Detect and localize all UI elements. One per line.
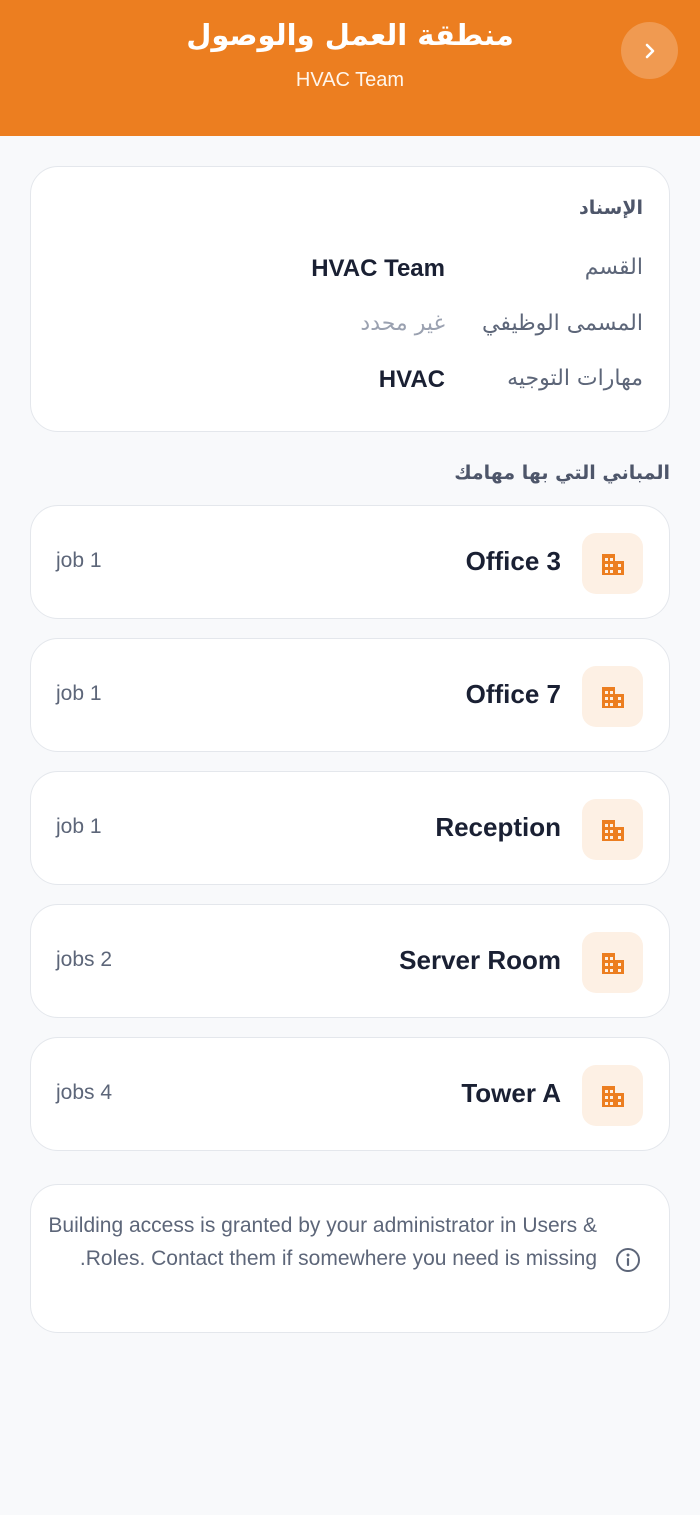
- buildings-heading: المباني التي بها مهامك: [454, 462, 670, 484]
- building-job-count: 1 job: [56, 682, 102, 705]
- job-title-value: غير محدد: [360, 311, 445, 336]
- building-icon: [582, 1065, 643, 1126]
- building-item-office-7[interactable]: Office 7 1 job: [30, 638, 670, 752]
- job-title-label: المسمى الوظيفي: [481, 311, 643, 336]
- building-item-office-3[interactable]: Office 3 1 job: [30, 505, 670, 619]
- access-info-text: Building access is granted by your admin…: [48, 1214, 597, 1270]
- building-item-reception[interactable]: Reception 1 job: [30, 771, 670, 885]
- building-name: Server Room: [399, 945, 561, 975]
- building-icon: [582, 533, 643, 594]
- building-item-tower-a[interactable]: Tower A 4 jobs: [30, 1037, 670, 1151]
- building-name: Reception: [435, 812, 561, 842]
- routing-skills-label: مهارات التوجيه: [507, 366, 643, 391]
- routing-skills-value: HVAC: [378, 366, 445, 393]
- info-icon: [616, 1248, 640, 1272]
- department-value: HVAC Team: [311, 255, 445, 282]
- building-icon: [582, 666, 643, 727]
- building-job-count: 1 job: [56, 815, 102, 838]
- app-header: منطقة العمل والوصول HVAC Team: [0, 0, 700, 136]
- building-item-server-room[interactable]: Server Room 2 jobs: [30, 904, 670, 1018]
- department-label: القسم: [584, 255, 643, 280]
- building-job-count: 1 job: [56, 549, 102, 572]
- building-job-count: 4 jobs: [56, 1081, 113, 1104]
- access-info-card: Building access is granted by your admin…: [30, 1184, 670, 1333]
- page-subtitle: HVAC Team: [295, 69, 405, 91]
- building-job-count: 2 jobs: [56, 948, 113, 971]
- back-button[interactable]: [621, 22, 678, 79]
- assignment-card: الإسناد القسم HVAC Team المسمى الوظيفي غ…: [30, 166, 670, 432]
- assignment-title: الإسناد: [579, 197, 643, 219]
- building-icon: [582, 799, 643, 860]
- building-name: Office 3: [465, 546, 561, 576]
- building-name: Office 7: [465, 679, 561, 709]
- page-title: منطقة العمل والوصول: [186, 18, 514, 52]
- building-icon: [582, 932, 643, 993]
- chevron-right-icon: [645, 43, 654, 58]
- building-name: Tower A: [461, 1078, 561, 1108]
